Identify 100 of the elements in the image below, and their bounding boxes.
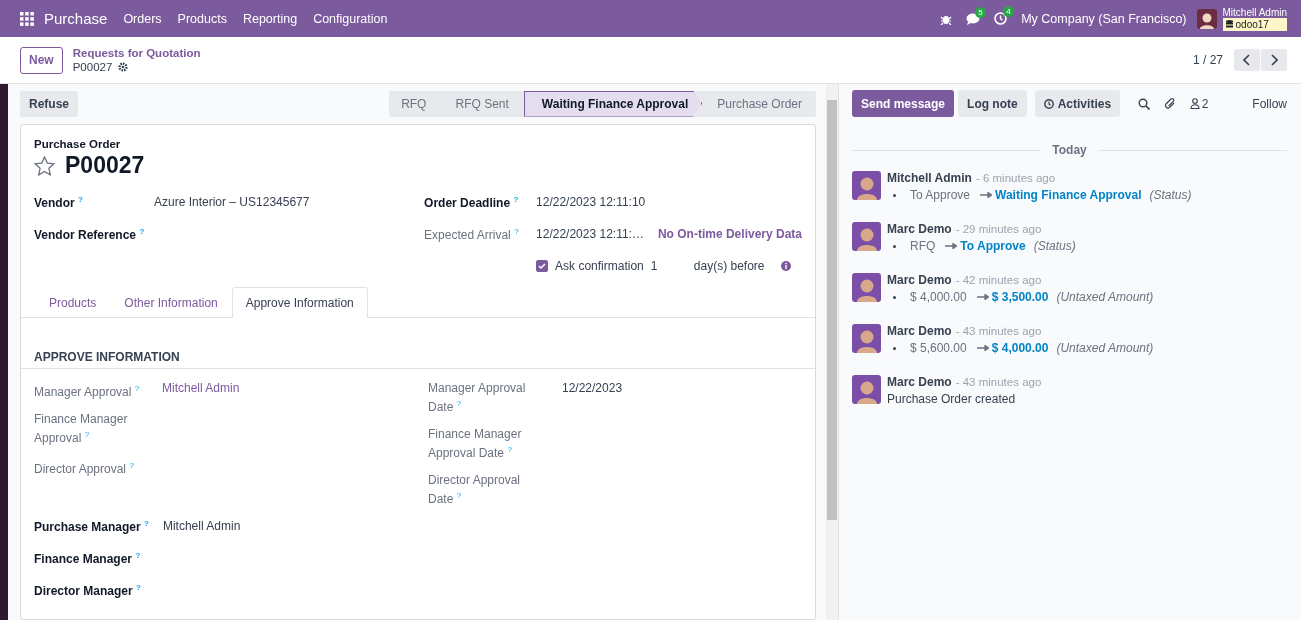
form-tab[interactable]: Products (35, 287, 111, 318)
field-label: Finance Manager $^{?}$ (34, 551, 141, 566)
field-value: Mitchell Admin (162, 519, 241, 533)
days-field[interactable]: 1 (650, 259, 687, 273)
field-label: Vendor $^{?}$ (34, 195, 84, 210)
field-value: 12/22/2023 (562, 381, 623, 395)
activities-button[interactable]: Activities (1034, 90, 1121, 117)
previous-button[interactable] (1234, 49, 1260, 71)
gear-icon[interactable] (118, 62, 129, 72)
apps-menu-icon[interactable] (20, 11, 34, 26)
field-label: Finance Manager Approval Date $^{?}$ (428, 427, 523, 461)
field-label: Vendor Reference $^{?}$ (34, 227, 146, 242)
field-label: Expected Arrival $^{?}$ (424, 227, 520, 242)
company-switcher[interactable]: My Company (San Francisco) (1021, 11, 1187, 26)
next-button[interactable] (1261, 49, 1287, 71)
message-time: - 43 minutes ago (955, 324, 1042, 338)
field-label: Finance Manager Approval $^{?}$ (34, 412, 129, 446)
app-title[interactable]: Purchase (44, 10, 108, 27)
message-count-badge: 5 (975, 6, 986, 18)
author-name[interactable]: Marc Demo (887, 273, 952, 287)
form-title-label: Purchase Order (34, 138, 122, 150)
clock-icon[interactable] (994, 12, 1008, 25)
old-value: To Approve (910, 188, 971, 202)
record-name: P00027 (72, 60, 113, 74)
pager-value[interactable]: 1 / 27 (1192, 53, 1223, 67)
author-avatar[interactable] (852, 273, 881, 302)
arrow-icon (980, 192, 993, 198)
old-value: RFQ (910, 239, 936, 253)
chat-icon[interactable] (966, 12, 981, 25)
star-icon[interactable] (34, 155, 55, 176)
field-label: Director Approval $^{?}$ (34, 460, 135, 477)
refuse-button[interactable]: Refuse (20, 90, 78, 117)
new-value: Waiting Finance Approval (995, 188, 1142, 202)
field-link[interactable]: Mitchell Admin (162, 381, 240, 395)
new-value: To Approve (960, 239, 1026, 253)
section-title: APPROVE INFORMATION (21, 350, 815, 369)
log-note-button[interactable]: Log note (958, 90, 1027, 117)
followers-button[interactable]: 2 (1189, 96, 1209, 111)
author-name[interactable]: Marc Demo (887, 375, 952, 389)
checkbox-label: Ask confirmation (555, 259, 644, 273)
status-stage[interactable]: Waiting Finance Approval (523, 90, 703, 117)
new-button[interactable]: New (20, 46, 63, 74)
message-time: - 42 minutes ago (955, 273, 1042, 287)
paperclip-icon[interactable] (1163, 97, 1176, 110)
search-icon[interactable] (1137, 97, 1150, 110)
field-name: (Status) (1033, 239, 1076, 253)
follow-button[interactable]: Follow (1252, 96, 1287, 111)
bullet-dot (893, 244, 896, 248)
activity-count-badge: 4 (1003, 6, 1014, 17)
author-avatar[interactable] (852, 324, 881, 353)
previous-chevron-icon (1243, 54, 1251, 66)
field-value: 12/22/2023 12:11:10 (536, 195, 646, 209)
menu-item[interactable]: Reporting (242, 11, 298, 26)
field-name: (Untaxed Amount) (1056, 341, 1154, 355)
author-name[interactable]: Marc Demo (887, 222, 952, 236)
info-icon[interactable] (781, 261, 792, 271)
menu-item[interactable]: Configuration (313, 11, 388, 26)
user-avatar[interactable] (1196, 8, 1217, 29)
field-label: Manager Approval $^{?}$ (34, 383, 141, 400)
record-title: P00027 (65, 152, 145, 179)
menu-item[interactable]: Orders (123, 11, 162, 26)
arrow-icon (976, 294, 989, 300)
author-avatar[interactable] (852, 171, 881, 200)
arrow-icon (945, 243, 958, 249)
author-name[interactable]: Mitchell Admin (887, 171, 972, 185)
form-tab[interactable]: Other Information (110, 287, 232, 318)
author-avatar[interactable] (852, 375, 881, 404)
send-message-button[interactable]: Send message (852, 90, 955, 117)
field-name: (Untaxed Amount) (1056, 290, 1154, 304)
date-separator: Today (1052, 143, 1087, 157)
message-time: - 43 minutes ago (955, 375, 1042, 389)
field-label: Director Approval Date $^{?}$ (428, 473, 522, 507)
field-label: Director Manager $^{?}$ (34, 583, 141, 598)
message-time: - 29 minutes ago (955, 222, 1042, 236)
field-label: Order Deadline $^{?}$ (424, 195, 520, 210)
database-icon (1225, 20, 1233, 28)
field-label: Purchase Manager $^{?}$ (34, 519, 149, 534)
menu-item[interactable]: Products (177, 11, 227, 26)
message-body: Purchase Order created (887, 392, 1017, 406)
new-value: $ 4,000.00 (991, 341, 1049, 355)
user-name[interactable]: Mitchell Admin (1222, 6, 1287, 18)
author-avatar[interactable] (852, 222, 881, 251)
next-chevron-icon (1270, 54, 1278, 66)
author-name[interactable]: Marc Demo (887, 324, 952, 338)
checkbox[interactable] (536, 260, 549, 272)
delivery-link[interactable]: No On-time Delivery Data (657, 227, 802, 241)
field-name: (Status) (1149, 188, 1192, 202)
field-label: Manager Approval Date $^{?}$ (428, 381, 527, 415)
breadcrumb-link[interactable]: Requests for Quotation (72, 46, 201, 60)
message-time: - 6 minutes ago (975, 171, 1056, 185)
arrow-icon (976, 345, 989, 351)
new-value: $ 3,500.00 (991, 290, 1049, 304)
field-value: Azure Interior – US12345677 (154, 195, 310, 209)
form-tab[interactable]: Approve Information (231, 287, 368, 318)
bullet-dot (893, 295, 896, 299)
scrollbar[interactable] (826, 84, 838, 620)
clock-icon (1043, 98, 1054, 109)
old-value: $ 4,000.00 (910, 290, 967, 304)
field-value: 12/22/2023 12:11:… (536, 227, 644, 241)
bullet-dot (893, 346, 896, 350)
